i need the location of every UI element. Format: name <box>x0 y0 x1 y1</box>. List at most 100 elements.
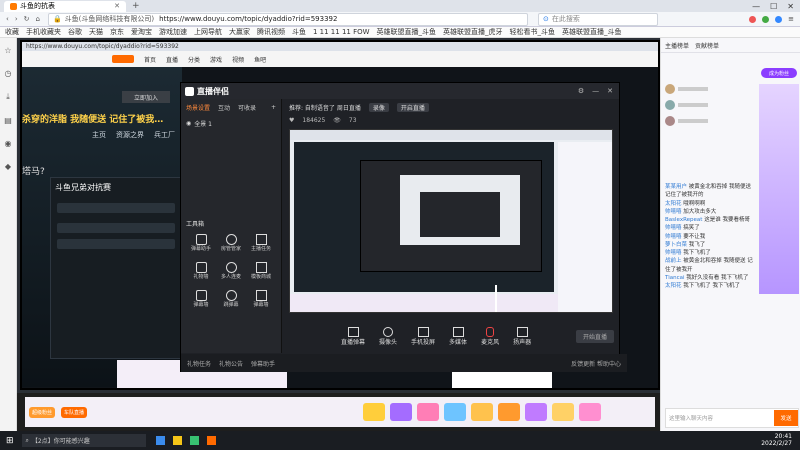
tool-item[interactable]: 弹幕墙 <box>186 290 216 308</box>
scene-item[interactable]: ◉ 全景 1 <box>181 116 281 131</box>
tool-camera[interactable]: 摄像头 <box>379 327 397 346</box>
bookmark-item[interactable]: 斗鱼 <box>292 27 306 37</box>
gift-icon[interactable] <box>363 403 386 421</box>
gift-icon[interactable] <box>471 403 494 421</box>
taskbar-app-icon[interactable] <box>155 436 165 445</box>
bookmark-item[interactable]: 上网导航 <box>194 27 222 37</box>
bookmark-item[interactable]: 大赢家 <box>229 27 250 37</box>
room-row[interactable] <box>57 239 175 249</box>
minimize-icon[interactable]: — <box>592 87 599 95</box>
nav-item[interactable]: 游戏 <box>210 55 222 64</box>
bookmark-item[interactable]: 京东 <box>110 27 124 37</box>
nav-item[interactable]: 首页 <box>144 55 156 64</box>
maximize-icon[interactable]: ☐ <box>770 2 777 11</box>
bookmark-item[interactable]: 腾讯视频 <box>257 27 285 37</box>
tab-contribution-rank[interactable]: 贡献榜单 <box>695 41 719 50</box>
extension-icon[interactable] <box>762 15 770 23</box>
new-tab-icon[interactable]: + <box>132 1 140 11</box>
taskbar-app-icon[interactable] <box>189 436 199 445</box>
chat-icon[interactable]: ◉ <box>5 139 12 148</box>
nav-item[interactable]: 鱼吧 <box>254 55 266 64</box>
avatar[interactable] <box>665 84 675 94</box>
footer-item[interactable]: 礼物公告 <box>219 359 243 368</box>
refresh-icon[interactable]: ↻ <box>24 15 30 23</box>
bookmark-item[interactable]: 天猫 <box>89 27 103 37</box>
nav-item[interactable]: 直播 <box>166 55 178 64</box>
browser-tab[interactable]: 斗鱼的抗表 ✕ <box>4 0 126 12</box>
tool-media[interactable]: 多媒体 <box>449 327 467 346</box>
bookmark-item[interactable]: 英雄联盟直播_斗鱼 <box>562 27 622 37</box>
tab-interact[interactable]: 互动 <box>218 103 230 112</box>
badge-super-fan[interactable]: 超级粉丝 <box>29 406 56 418</box>
preview-canvas[interactable] <box>289 129 613 313</box>
eye-icon[interactable]: ◉ <box>186 120 191 127</box>
bookmark-item[interactable]: 轻松看书_斗鱼 <box>510 27 556 37</box>
gift-icon[interactable] <box>552 403 575 421</box>
nav-item[interactable]: 分类 <box>188 55 200 64</box>
game-tab[interactable]: 兵工厂 <box>154 130 175 140</box>
tool-item[interactable]: 房管管家 <box>216 234 246 252</box>
gift-icon[interactable] <box>390 403 413 421</box>
tool-item[interactable]: 多人连麦 <box>216 262 246 280</box>
room-row[interactable] <box>57 203 175 213</box>
close-tab-icon[interactable]: ✕ <box>114 2 120 10</box>
bookmark-item[interactable]: 收藏 <box>5 27 19 37</box>
close-window-icon[interactable]: ✕ <box>787 2 794 11</box>
bookmark-item[interactable]: 游戏加速 <box>159 27 187 37</box>
tool-item[interactable]: 模板商城 <box>246 262 276 280</box>
back-icon[interactable]: ‹ <box>6 15 9 23</box>
tool-danmaku[interactable]: 直播弹幕 <box>341 327 365 346</box>
tool-item[interactable]: 礼物墙 <box>186 262 216 280</box>
taskbar-search[interactable]: ⌕ 【2点】你可能感兴趣 <box>21 434 146 447</box>
room-row[interactable] <box>57 223 175 233</box>
bookmark-item[interactable]: 英雄联盟直播_虎牙 <box>443 27 503 37</box>
gift-icon[interactable] <box>579 403 602 421</box>
tool-item[interactable]: 跳弹幕 <box>216 290 246 308</box>
tab-anchor-rank[interactable]: 主播榜单 <box>665 41 689 50</box>
become-fan-button[interactable]: 成为粉丝 <box>761 68 797 78</box>
gift-icon[interactable] <box>525 403 548 421</box>
taskbar-app-icon[interactable] <box>172 436 182 445</box>
home-icon[interactable]: ⌂ <box>36 15 40 23</box>
tab-scene[interactable]: 场景设置 <box>186 103 210 112</box>
chat-input[interactable]: 这里输入聊天内容 发送 <box>665 408 799 428</box>
gift-icon[interactable] <box>498 403 521 421</box>
tool-phone[interactable]: 手机投屏 <box>411 327 435 346</box>
gift-icon[interactable] <box>417 403 440 421</box>
stream-mode-button[interactable]: 开启直播 <box>396 102 429 112</box>
download-icon[interactable]: ⤓ <box>6 92 10 102</box>
tool-item[interactable]: 主播任务 <box>246 234 276 252</box>
badge-team[interactable]: 车队直播 <box>61 406 88 418</box>
address-input[interactable]: 🔒 斗鱼(斗鱼网络科技有限公司) https://www.douyu.com/t… <box>47 12 528 26</box>
footer-item[interactable]: 礼物任务 <box>187 359 211 368</box>
close-icon[interactable]: ✕ <box>607 87 613 95</box>
minimize-icon[interactable]: — <box>752 2 760 11</box>
extension-icon[interactable] <box>775 15 783 23</box>
gift-icon[interactable] <box>444 403 467 421</box>
game-button[interactable]: 立即加入 <box>122 91 170 103</box>
tool-speaker[interactable]: 扬声器 <box>513 327 531 346</box>
tool-item[interactable]: 弹幕墙 <box>246 290 276 308</box>
note-icon[interactable]: ▤ <box>4 116 12 125</box>
game-tab[interactable]: 主页 <box>92 130 106 140</box>
history-icon[interactable]: ◷ <box>5 69 12 78</box>
nav-item[interactable]: 视频 <box>232 55 244 64</box>
search-box[interactable]: ⊙ 在此搜索 <box>537 12 658 26</box>
settings-icon[interactable]: ⚙ <box>578 87 584 95</box>
bookmark-item[interactable]: 手机收藏夹 <box>26 27 61 37</box>
footer-right[interactable]: 反馈更新 帮助中心 <box>571 359 627 368</box>
avatar[interactable] <box>665 116 675 126</box>
promo-banner[interactable] <box>759 84 799 294</box>
avatar[interactable] <box>665 100 675 110</box>
taskbar-app-icon[interactable] <box>206 436 216 445</box>
game-tab[interactable]: 资源之界 <box>116 130 144 140</box>
tool-mic[interactable]: 麦克风 <box>481 327 499 346</box>
windows-start-icon[interactable]: ⊞ <box>6 436 14 446</box>
add-icon[interactable]: + <box>271 104 276 111</box>
extension-icon[interactable] <box>749 15 757 23</box>
bookmark-item[interactable]: 谷歌 <box>68 27 82 37</box>
send-button[interactable]: 发送 <box>774 410 798 426</box>
forward-icon[interactable]: › <box>15 15 18 23</box>
game-icon[interactable]: ◆ <box>5 162 11 171</box>
bookmark-item[interactable]: 爱淘宝 <box>131 27 152 37</box>
